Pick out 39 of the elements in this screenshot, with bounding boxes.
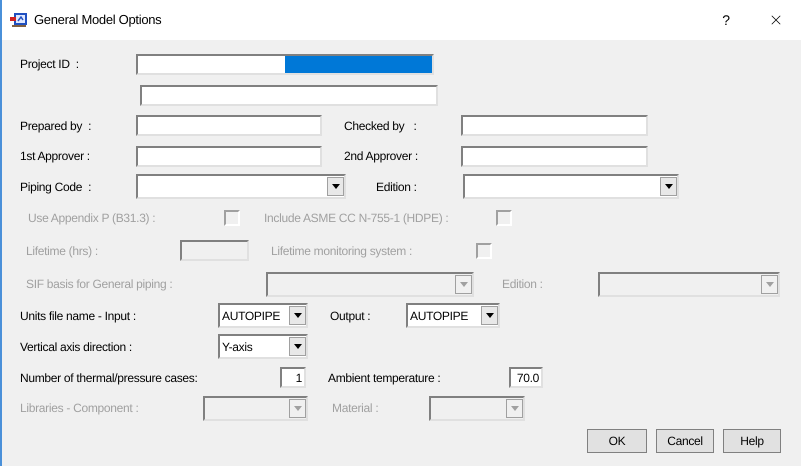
- window-title: General Model Options: [34, 11, 162, 30]
- help-button[interactable]: ?: [711, 10, 741, 30]
- field-label: Lifetime monitoring system :: [271, 242, 413, 260]
- text-field[interactable]: [136, 115, 322, 136]
- field-label: Libraries - Component :: [20, 400, 140, 417]
- field-label: Material :: [332, 400, 380, 417]
- text-field[interactable]: [136, 54, 434, 74]
- number-field[interactable]: 1: [280, 367, 306, 388]
- dropdown-field[interactable]: Y-axis: [218, 334, 308, 359]
- field-label: Edition :: [502, 276, 544, 293]
- field-label: Number of thermal/pressure cases:: [20, 370, 199, 386]
- field-label: Piping Code :: [20, 178, 92, 196]
- text-field[interactable]: [140, 84, 438, 106]
- field-label: 2nd Approver :: [344, 148, 419, 165]
- text-field[interactable]: [136, 146, 322, 166]
- number-field[interactable]: 70.0: [509, 367, 543, 388]
- dialog-button[interactable]: OK: [587, 429, 647, 453]
- field-label: Lifetime (hrs) :: [26, 242, 99, 260]
- field-label: Units file name - Input :: [20, 308, 137, 324]
- field-label: Edition :: [376, 178, 418, 196]
- dropdown-field[interactable]: AUTOPIPE: [406, 303, 500, 328]
- field-label: Use Appendix P (B31.3) :: [28, 210, 156, 226]
- dialog-button[interactable]: Cancel: [656, 429, 714, 453]
- field-label: Checked by :: [344, 118, 418, 134]
- field-label: Output :: [330, 308, 372, 324]
- text-field[interactable]: [461, 146, 648, 166]
- field-label: Prepared by :: [20, 118, 92, 134]
- field-label: Ambient temperature :: [328, 370, 442, 386]
- field-label: SIF basis for General piping :: [26, 276, 174, 293]
- text-field[interactable]: [461, 115, 648, 136]
- field-label: Vertical axis direction :: [20, 338, 133, 356]
- app-logo-icon: [10, 12, 28, 28]
- dropdown-field[interactable]: AUTOPIPE: [218, 303, 308, 328]
- field-label: Project ID :: [20, 56, 80, 73]
- dropdown-field[interactable]: [463, 174, 679, 199]
- dialog-button[interactable]: Help: [723, 429, 781, 453]
- field-label: Include ASME CC N-755-1 (HDPE) :: [264, 210, 450, 226]
- field-label: 1st Approver :: [20, 148, 91, 165]
- dropdown-field[interactable]: [136, 174, 346, 199]
